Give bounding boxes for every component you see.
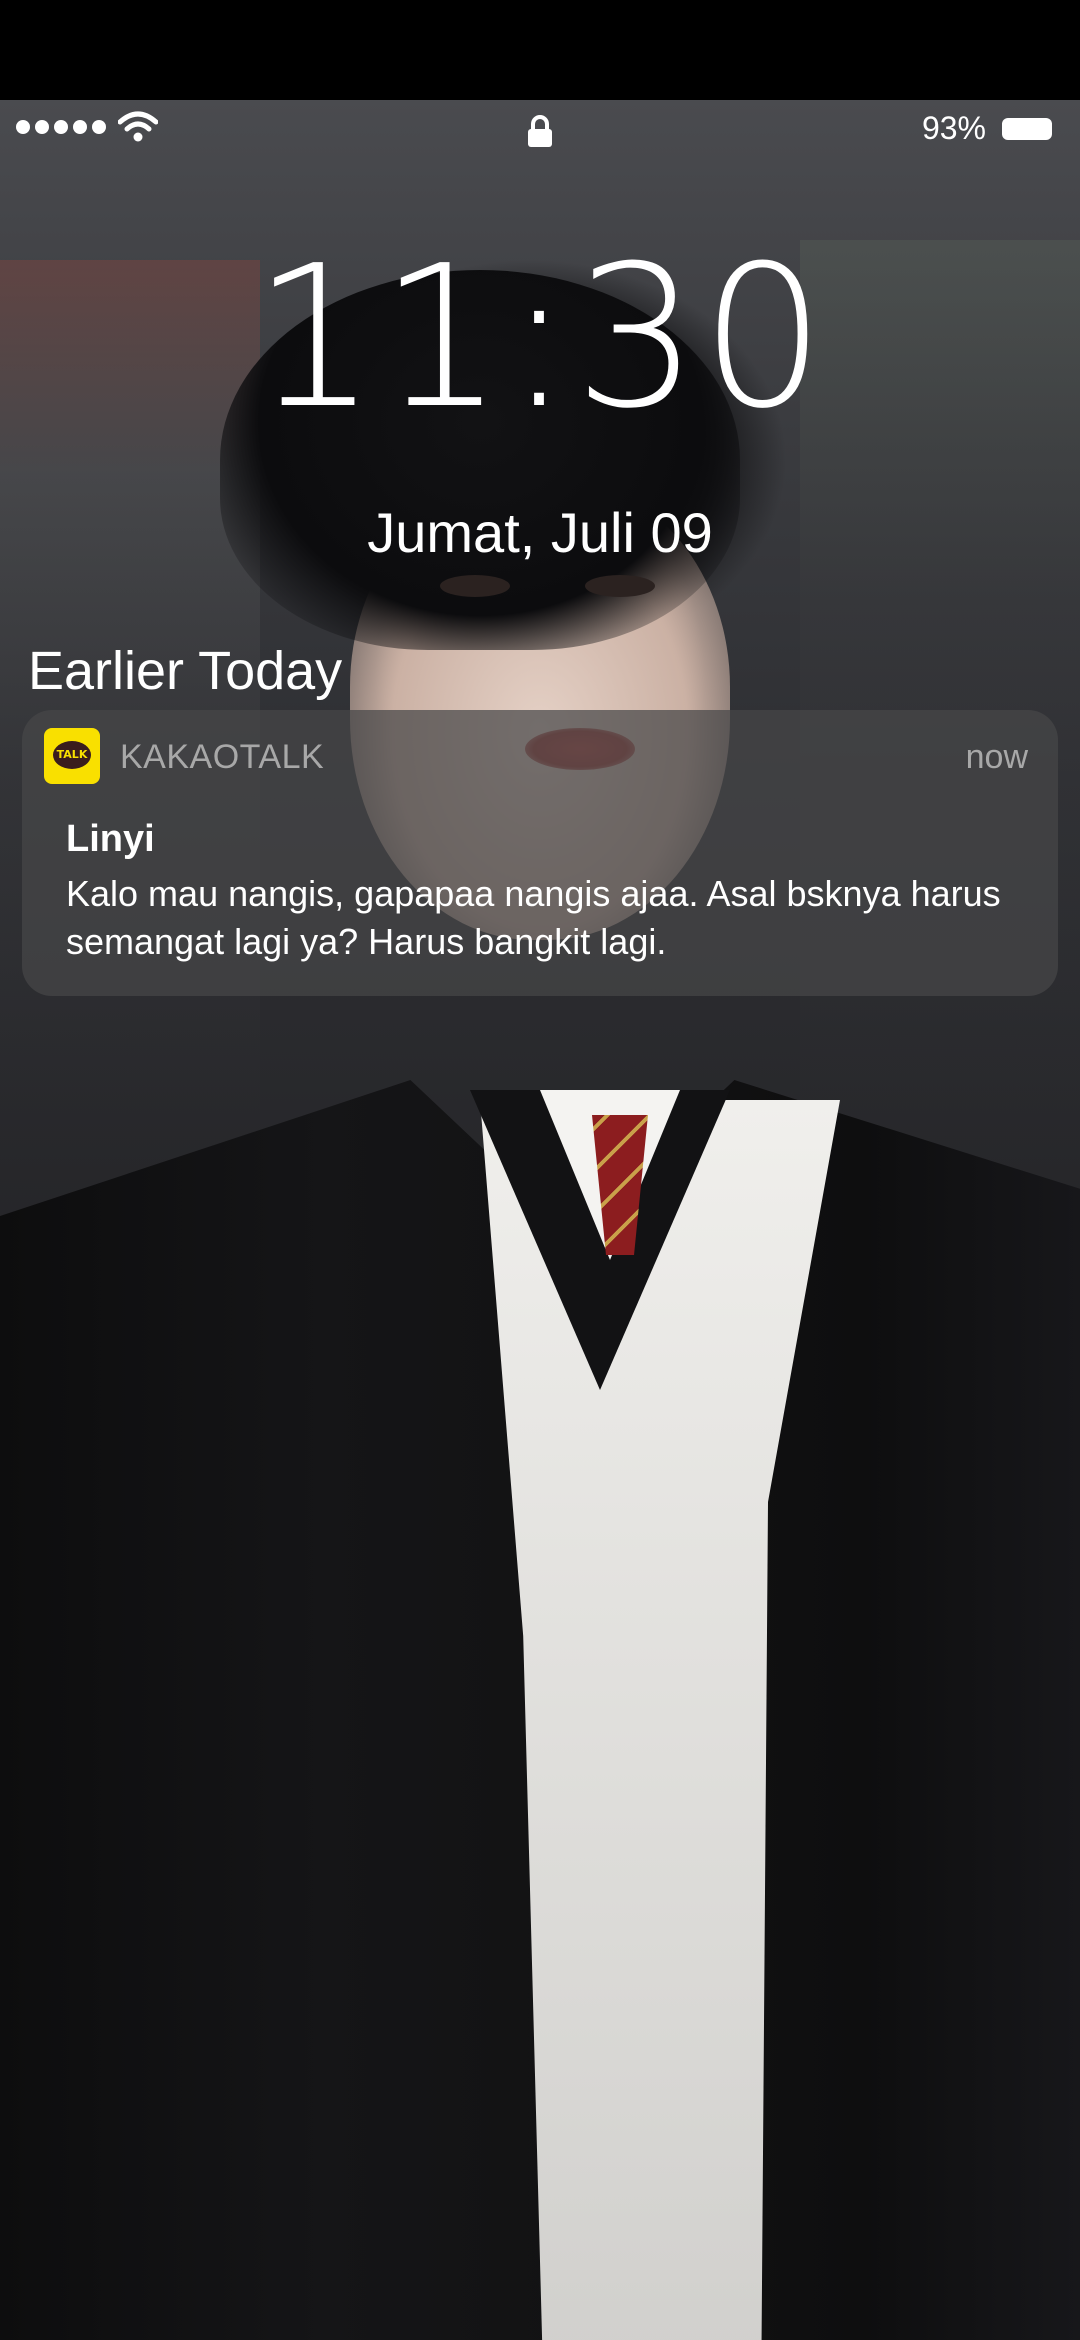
notification-card[interactable]: TALK KAKAOTALK now Linyi Kalo mau nangis…	[22, 710, 1058, 996]
lock-screen: 93% 11:30 Jumat, Juli 09 Earlier Today T…	[0, 0, 1080, 2340]
lock-screen-clock: 11:30	[252, 224, 828, 452]
battery-percentage: 93%	[921, 110, 986, 146]
kakaotalk-icon-label: TALK	[53, 741, 91, 769]
notification-time: now	[965, 738, 1028, 776]
lock-icon	[528, 115, 552, 147]
battery-icon	[1002, 118, 1052, 140]
status-bar: 93%	[0, 100, 1080, 160]
notifications-section-title: Earlier Today	[28, 641, 343, 701]
notification-app-name: KAKAOTALK	[120, 738, 325, 776]
kakaotalk-icon: TALK	[44, 728, 100, 784]
wallpaper-eye-left	[440, 575, 510, 597]
wallpaper-eye-right	[585, 575, 655, 597]
signal-dots-icon	[16, 120, 106, 134]
lock-screen-date: Jumat, Juli 09	[367, 501, 713, 564]
notification-message: Kalo mau nangis, gapapaa nangis ajaa. As…	[66, 873, 1001, 962]
notification-sender: Linyi	[66, 818, 155, 860]
top-black-bar	[0, 0, 1080, 100]
wifi-icon	[118, 111, 158, 142]
